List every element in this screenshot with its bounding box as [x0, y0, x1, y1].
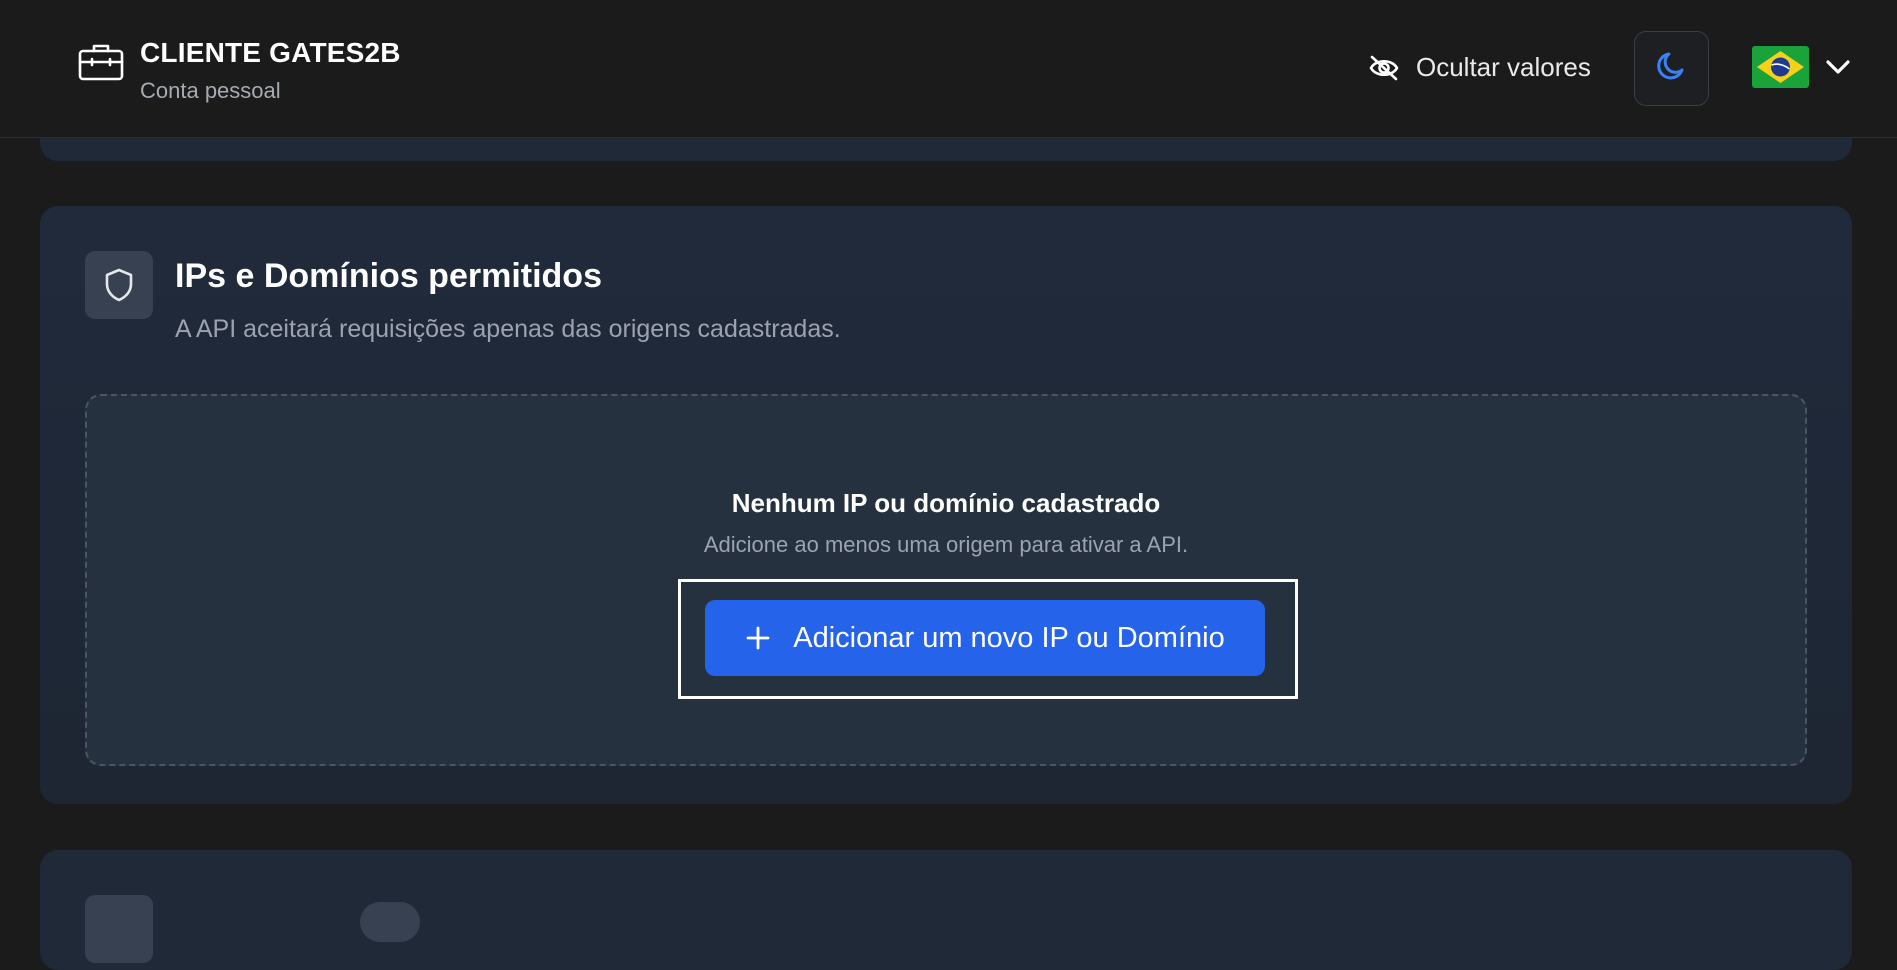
account-type: Conta pessoal	[140, 78, 281, 103]
top-header: CLIENTE GATES2B Conta pessoal Ocultar va…	[0, 0, 1897, 138]
account-name: CLIENTE GATES2B	[140, 37, 401, 68]
section-icon	[85, 895, 153, 963]
shield-icon	[85, 251, 153, 319]
empty-state-panel: Nenhum IP ou domínio cadastrado Adicione…	[85, 394, 1807, 766]
section-description: A API aceitará requisições apenas das or…	[175, 315, 841, 343]
section-title: IPs e Domínios permitidos	[175, 257, 602, 295]
empty-state-title: Nenhum IP ou domínio cadastrado	[731, 488, 1161, 518]
theme-toggle-button[interactable]	[1634, 31, 1709, 106]
eye-off-icon	[1368, 54, 1400, 82]
plus-icon	[745, 625, 771, 651]
empty-state-description: Adicione ao menos uma origem para ativar…	[703, 532, 1189, 557]
add-ip-domain-button[interactable]: Adicionar um novo IP ou Domínio	[705, 600, 1265, 676]
next-section-card	[40, 850, 1852, 970]
section-badge	[360, 902, 420, 942]
briefcase-icon	[78, 42, 124, 82]
add-ip-domain-label: Adicionar um novo IP ou Domínio	[793, 621, 1225, 654]
hide-values-label: Ocultar valores	[1416, 52, 1591, 82]
moon-icon	[1654, 48, 1690, 89]
hide-values-toggle[interactable]: Ocultar valores	[1368, 52, 1591, 83]
language-selector[interactable]	[1752, 46, 1853, 88]
chevron-down-icon	[1823, 52, 1853, 82]
allowed-origins-card: IPs e Domínios permitidos A API aceitará…	[40, 206, 1852, 804]
account-info: CLIENTE GATES2B Conta pessoal	[78, 36, 401, 104]
brazil-flag-icon	[1752, 46, 1809, 88]
